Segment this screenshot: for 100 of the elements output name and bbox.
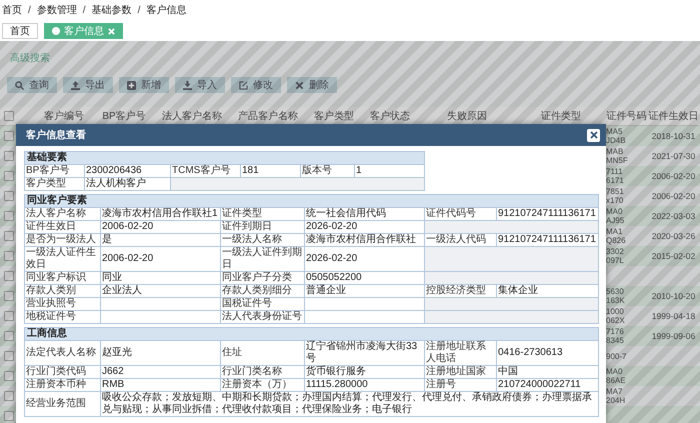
field-label: 同业客户标识 [24, 272, 100, 284]
table-cell: 2006-02-20 [652, 191, 696, 201]
toolbar-button[interactable]: 新增 [119, 77, 169, 93]
row-checkbox[interactable] [4, 271, 14, 281]
toolbar-button[interactable]: 修改 [231, 77, 281, 93]
row-checkbox[interactable] [4, 151, 14, 161]
toolbar-button[interactable]: 删除 [287, 77, 337, 93]
table-cell-text: MA0 86AE [606, 367, 627, 385]
row-checkbox[interactable] [4, 171, 14, 181]
row-checkbox[interactable] [4, 131, 14, 141]
row-checkbox[interactable] [4, 331, 14, 341]
close-button[interactable] [587, 128, 600, 142]
row-checkbox[interactable] [4, 411, 14, 421]
page-tab[interactable]: 首页 [2, 23, 38, 39]
breadcrumb-separator: / [138, 4, 140, 16]
close-icon [590, 131, 598, 139]
dot-icon [52, 27, 60, 35]
table-cell: 1999-04-18 [652, 311, 696, 321]
table-cell: 2018-10-31 [652, 131, 696, 141]
column-header[interactable]: 客户类型 [314, 111, 354, 122]
upload-icon [71, 80, 80, 90]
field-value: 普通企业 [304, 284, 424, 298]
plus-square-icon [127, 80, 136, 90]
field-label: 国税证件号 [220, 298, 304, 310]
row-checkbox[interactable] [4, 251, 14, 261]
field-value: 货币银行服务 [304, 366, 424, 378]
table-cell-text: MA7 204H [606, 387, 626, 405]
field-label: 注册地址联系人电话 [424, 340, 496, 366]
field-label: 存款人类别 [24, 284, 100, 298]
row-checkbox[interactable] [4, 291, 14, 301]
column-header[interactable]: 证件号码 [606, 111, 646, 122]
breadcrumb-link[interactable]: 首页 [2, 3, 22, 17]
row-checkbox[interactable] [4, 311, 14, 321]
field-label: 地税证件号 [24, 310, 100, 324]
field-label: 一级法人证件到期日 [220, 246, 304, 272]
download-icon [183, 80, 192, 90]
table-cell: 2015-02-02 [652, 251, 696, 261]
column-header[interactable]: 证件生效日 [648, 111, 698, 122]
row-checkbox[interactable] [4, 211, 14, 221]
field-value: 2006-02-20 [100, 220, 220, 234]
table-cell-text: 7176 8345 [606, 327, 625, 345]
field-label: 注册资本（万） [220, 378, 304, 392]
section-heading: 工商信息 [24, 328, 598, 340]
table-cell: 2022-03-03 [652, 211, 696, 221]
column-header[interactable]: 客户编号 [44, 111, 84, 122]
toolbar-button[interactable]: 导入 [175, 77, 225, 93]
row-checkbox[interactable] [4, 191, 14, 201]
column-header[interactable]: 产品客户名称 [238, 111, 298, 122]
row-checkbox[interactable] [4, 351, 14, 361]
field-label: 证件到期日 [220, 220, 304, 234]
column-header[interactable]: 客户状态 [370, 111, 410, 122]
table-cell-text: MA0 AJ95 [606, 207, 626, 225]
select-all-checkbox[interactable] [4, 111, 14, 121]
field-label: 经营业务范围 [24, 392, 100, 416]
field-label: 法定代表人名称 [24, 340, 100, 366]
field-label: 注册地址国家 [424, 366, 496, 378]
row-checkbox[interactable] [4, 371, 14, 381]
table-cell: 2020-03-26 [652, 231, 696, 241]
table-cell: 1999-09-06 [652, 331, 696, 341]
table-cell-text: 900-7 [606, 352, 628, 360]
table-cell-text: 1000 062X [606, 307, 626, 325]
column-header[interactable]: 法人客户名称 [162, 111, 222, 122]
field-label: 一级法人名称 [220, 234, 304, 246]
field-label: BP客户号 [24, 164, 84, 178]
field-value: 同业 [100, 272, 220, 284]
field-value: 企业法人 [100, 284, 220, 298]
close-icon[interactable] [108, 28, 115, 34]
breadcrumb-separator: / [28, 4, 31, 16]
field-label: 客户类型 [24, 178, 84, 190]
field-value: 2026-02-20 [304, 246, 424, 272]
table-cell-text: 7111 6171 [606, 167, 625, 185]
table-cell-text: 3302 097L [606, 247, 625, 265]
field-label: 注册资本币种 [24, 378, 100, 392]
field-value: 0505052200 [304, 272, 424, 284]
field-label: 注册号 [424, 378, 496, 392]
column-header[interactable]: 证件类型 [541, 111, 581, 122]
breadcrumb-link[interactable]: 参数管理 [36, 3, 77, 17]
toolbar-button[interactable]: 导出 [63, 77, 113, 93]
search-icon [15, 80, 24, 90]
breadcrumb-link[interactable]: 客户信息 [146, 3, 186, 17]
close-icon [295, 80, 304, 90]
table-cell-text: MA1 Q826 [606, 227, 627, 245]
field-label: 存款人类别细分 [220, 284, 304, 298]
table-cell: 2010-10-20 [652, 291, 696, 301]
field-label: 是否为一级法人 [24, 234, 100, 246]
field-value: RMB [100, 378, 220, 392]
field-value: 赵亚光 [100, 340, 220, 366]
row-checkbox[interactable] [4, 391, 14, 401]
breadcrumb-link[interactable]: 基础参数 [92, 3, 132, 17]
field-label: 同业客户子分类 [220, 272, 304, 284]
table-cell-text: 5630 163K [606, 287, 626, 305]
field-label: 行业门类代码 [24, 366, 100, 378]
field-value: 2006-02-20 [100, 246, 220, 272]
table-cell-text: 7851 x170 [606, 187, 625, 205]
field-value: 辽宁省锦州市凌海大街33号 [304, 340, 424, 366]
column-header[interactable]: BP客户号 [102, 111, 146, 122]
row-checkbox[interactable] [4, 231, 14, 241]
toolbar-button[interactable]: 查询 [7, 77, 57, 93]
column-header[interactable]: 失败原因 [447, 111, 487, 122]
section-heading: 同业客户要素 [24, 194, 599, 208]
